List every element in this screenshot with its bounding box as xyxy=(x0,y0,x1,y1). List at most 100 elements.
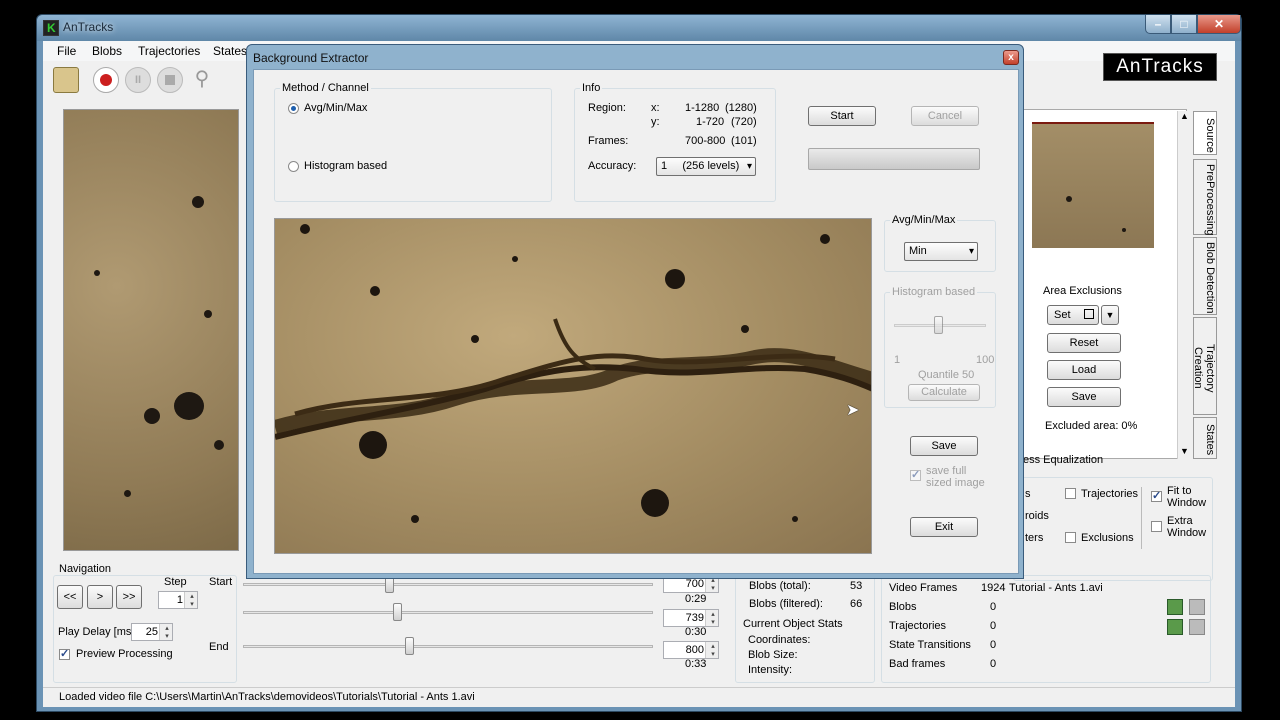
avgminmax-select[interactable]: Min xyxy=(904,242,978,261)
save-background-button[interactable]: Save xyxy=(910,436,978,456)
stat-label-state-transitions: State Transitions xyxy=(889,639,971,651)
stop-icon[interactable] xyxy=(157,67,183,93)
background-preview xyxy=(274,218,872,554)
exclusions-save-button[interactable]: Save xyxy=(1047,387,1121,407)
end-slider[interactable] xyxy=(243,645,653,648)
close-button[interactable]: ✕ xyxy=(1197,15,1241,34)
end-slider-thumb[interactable] xyxy=(405,637,414,655)
equalization-label: ess Equalization xyxy=(1023,454,1104,466)
video-frames-label: Video Frames xyxy=(889,582,958,594)
scroll-up-icon[interactable]: ▲ xyxy=(1180,111,1189,121)
method-title: Method / Channel xyxy=(280,82,371,94)
progress-bar xyxy=(808,148,980,170)
blob-size-label: Blob Size: xyxy=(748,649,798,661)
stat-value-blobs: 0 xyxy=(990,601,997,613)
toolbar: II ⚲ xyxy=(43,63,263,97)
histogram-radio[interactable] xyxy=(288,161,299,172)
y-count: (720) xyxy=(731,116,757,128)
source-thumbnail[interactable] xyxy=(1032,122,1154,248)
reset-button[interactable]: Reset xyxy=(1047,333,1121,353)
video-view[interactable] xyxy=(63,109,239,551)
dialog-close-button[interactable]: x xyxy=(1003,50,1019,65)
end-frame-spinner[interactable]: 800 xyxy=(663,641,719,659)
start-time: 0:29 xyxy=(685,593,707,605)
current-object-stats-title: Current Object Stats xyxy=(743,618,843,630)
blobs-total-label: Blobs (total): xyxy=(749,580,811,592)
hist-max-label: 100 xyxy=(976,354,995,366)
quantile-slider-thumb[interactable] xyxy=(934,316,943,334)
set-dropdown-button[interactable]: ▼ xyxy=(1101,305,1119,325)
ant-trail-image xyxy=(275,224,871,523)
menu-trajectories[interactable]: Trajectories xyxy=(138,44,200,58)
dialog-title-bar: Background Extractor x xyxy=(247,45,1023,69)
minimize-button[interactable]: – xyxy=(1145,15,1171,34)
tab-source[interactable]: Source xyxy=(1193,111,1217,155)
stat-label-blobs: Blobs xyxy=(889,601,917,613)
antracks-logo: AnTracks xyxy=(1103,53,1217,81)
video-frames-value: 1924 xyxy=(981,582,1006,594)
position-slider-thumb[interactable] xyxy=(393,603,402,621)
fit-to-window-checkbox[interactable] xyxy=(1151,489,1162,502)
prev-button[interactable]: << xyxy=(57,585,83,609)
video-file-name: Tutorial - Ants 1.avi xyxy=(1009,582,1103,594)
frames-range: 700-800 xyxy=(685,135,726,147)
menu-states[interactable]: States xyxy=(213,44,247,58)
info-title: Info xyxy=(580,82,603,94)
avg-min-max-radio[interactable] xyxy=(288,103,299,114)
export-disabled-icon[interactable] xyxy=(1189,599,1205,615)
side-tabs: Source PreProcessing Blob Detection Traj… xyxy=(1192,111,1219,471)
next-button[interactable]: >> xyxy=(116,585,142,609)
blobs-filtered-value: 66 xyxy=(850,598,863,610)
scroll-down-icon[interactable]: ▼ xyxy=(1180,446,1189,456)
play-delay-spinner[interactable]: 25 xyxy=(131,623,173,641)
hist-min-label: 1 xyxy=(894,354,901,366)
open-icon[interactable] xyxy=(53,67,79,93)
step-spinner[interactable]: 1 xyxy=(158,591,198,609)
x-range: 1-1280 xyxy=(685,102,720,114)
accuracy-select[interactable]: 1 (256 levels) xyxy=(656,157,756,176)
cancel-button[interactable]: Cancel xyxy=(911,106,979,126)
start-label: Start xyxy=(209,576,233,588)
tab-blob-detection[interactable]: Blob Detection xyxy=(1193,237,1217,315)
menu-blobs[interactable]: Blobs xyxy=(92,44,122,58)
play-button[interactable]: > xyxy=(87,585,113,609)
avgminmax-title: Avg/Min/Max xyxy=(890,214,958,226)
calculate-button[interactable]: Calculate xyxy=(908,384,980,401)
area-exclusions-title: Area Exclusions xyxy=(1043,285,1122,297)
exit-button[interactable]: Exit xyxy=(910,517,978,537)
save-full-size-checkbox[interactable] xyxy=(910,468,921,481)
preview-processing-checkbox[interactable] xyxy=(59,647,70,660)
blobs-total-value: 53 xyxy=(850,580,863,592)
exclusions-checkbox[interactable] xyxy=(1065,532,1076,543)
trajectories-checkbox[interactable] xyxy=(1065,488,1076,499)
position-slider[interactable] xyxy=(243,611,653,614)
zoom-icon[interactable]: ⚲ xyxy=(189,67,215,93)
record-icon[interactable] xyxy=(93,67,119,93)
panel-scrollbar[interactable]: ▲ ▼ xyxy=(1177,111,1191,459)
current-frame-spinner[interactable]: 739 xyxy=(663,609,719,627)
step-label: Step xyxy=(164,576,187,588)
window-title: AnTracks xyxy=(63,20,114,34)
divider xyxy=(1141,487,1142,549)
load-button[interactable]: Load xyxy=(1047,360,1121,380)
menu-file[interactable]: File xyxy=(57,44,76,58)
import-disabled-icon[interactable] xyxy=(1189,619,1205,635)
tab-states[interactable]: States xyxy=(1193,417,1217,459)
start-slider[interactable] xyxy=(243,583,653,586)
maximize-button[interactable]: □ xyxy=(1171,15,1197,34)
tab-trajectory-creation[interactable]: Trajectory Creation xyxy=(1192,317,1217,415)
stat-label-trajectories: Trajectories xyxy=(889,620,947,632)
view-option-label: roids xyxy=(1025,510,1049,522)
export-icon[interactable] xyxy=(1167,599,1183,615)
x-label: x: xyxy=(651,102,660,114)
pause-icon[interactable]: II xyxy=(125,67,151,93)
tab-preprocessing[interactable]: PreProcessing xyxy=(1193,159,1217,236)
set-button[interactable]: Set xyxy=(1047,305,1099,325)
y-label: y: xyxy=(651,116,660,128)
import-icon[interactable] xyxy=(1167,619,1183,635)
y-range: 1-720 xyxy=(696,116,725,128)
accuracy-label: Accuracy: xyxy=(588,160,637,172)
extra-window-checkbox[interactable] xyxy=(1151,521,1162,532)
start-button[interactable]: Start xyxy=(808,106,876,126)
x-count: (1280) xyxy=(725,102,757,114)
